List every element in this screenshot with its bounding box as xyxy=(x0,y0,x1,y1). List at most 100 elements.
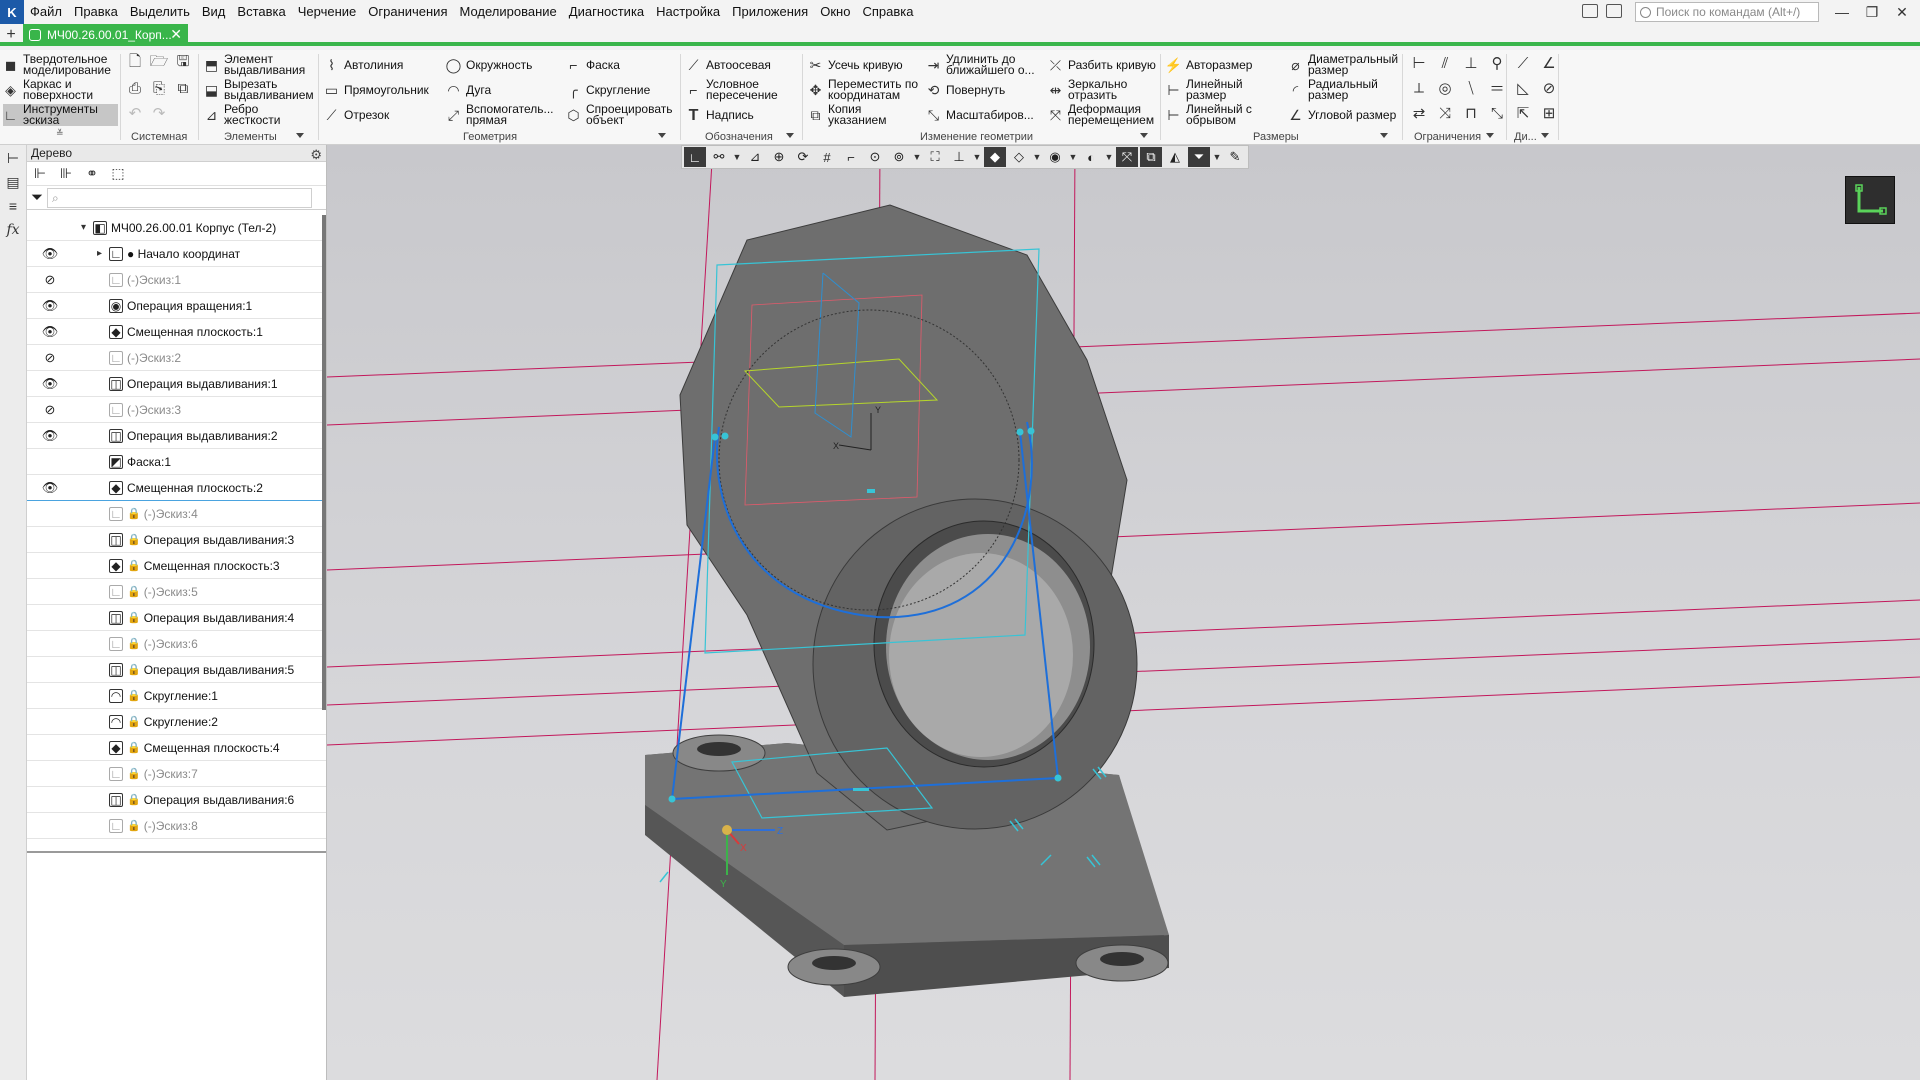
menu-item[interactable]: Вид xyxy=(196,0,232,24)
eye-icon[interactable] xyxy=(27,683,73,709)
parametric-icon[interactable]: ⚯ xyxy=(708,147,730,167)
tree-operations-icon[interactable]: ⊪ xyxy=(57,165,75,183)
wireframe-display-icon[interactable]: ◇ xyxy=(1008,147,1030,167)
menu-item[interactable]: Справка xyxy=(856,0,919,24)
angular-dimension-button[interactable]: ∠ Угловой размер xyxy=(1288,104,1396,126)
tree-row[interactable]: ⊘ ∟ (-)Эскиз:1 xyxy=(27,267,326,293)
section-dropdown-icon[interactable]: ▼ xyxy=(1104,152,1114,162)
tree-row[interactable]: ◫ 🔒 Операция выдавливания:4 xyxy=(27,605,326,631)
deform-by-move-button[interactable]: ⤧ Деформация перемещением xyxy=(1048,103,1154,126)
eye-icon[interactable] xyxy=(27,449,73,475)
mode-wireframe-surfaces[interactable]: ◈ Каркас и поверхности xyxy=(3,78,118,101)
constraint-collinear-icon[interactable]: ⟋ xyxy=(1514,54,1532,72)
constraint-normal-icon[interactable]: ⟂ xyxy=(1410,79,1428,97)
preview-icon[interactable]: ⎘ xyxy=(150,79,168,97)
eye-icon[interactable] xyxy=(27,579,73,605)
hide-show-icon[interactable]: ◉ xyxy=(1044,147,1066,167)
rotate-button[interactable]: ⟲ Повернуть xyxy=(926,79,1006,101)
annotations-expand-icon[interactable] xyxy=(786,133,794,138)
circle-button[interactable]: ◯ Окружность xyxy=(446,54,533,76)
menu-item[interactable]: Приложения xyxy=(726,0,814,24)
filter-dropdown-icon[interactable]: ▼ xyxy=(1212,152,1222,162)
eye-icon[interactable]: 👁 xyxy=(27,371,73,397)
eye-icon[interactable] xyxy=(27,657,73,683)
eye-icon[interactable] xyxy=(27,735,73,761)
filter-icon[interactable]: ⏷ xyxy=(31,189,43,206)
zoom-all-icon[interactable]: ⊚ xyxy=(888,147,910,167)
auto-dimension-button[interactable]: ⚡ Авторазмер xyxy=(1165,54,1253,76)
constraint-symmetric-icon[interactable]: ◺ xyxy=(1514,79,1532,97)
rotate-view-icon[interactable]: ⟳ xyxy=(792,147,814,167)
tree-row[interactable]: ∟ 🔒 (-)Эскиз:6 xyxy=(27,631,326,657)
autoline-button[interactable]: ⌇ Автолиния xyxy=(324,54,403,76)
constraint-parallel-icon[interactable]: ⫽ xyxy=(1436,54,1454,72)
linear-dimension-button[interactable]: ⊢ Линейный размер xyxy=(1166,78,1242,101)
variables-fx-icon[interactable]: fx xyxy=(4,221,22,239)
tree-row[interactable]: ◠ 🔒 Скругление:1 xyxy=(27,683,326,709)
constraint-align-icon[interactable]: ⤡ xyxy=(1488,104,1506,122)
sketch-mode-badge-icon[interactable] xyxy=(1845,176,1895,224)
hidden-eye-icon[interactable]: ⊘ xyxy=(27,397,73,423)
grid-icon[interactable]: # xyxy=(816,147,838,167)
eyedropper-icon[interactable]: ✎ xyxy=(1224,147,1246,167)
cut-extrude-button[interactable]: ⬓ Вырезать выдавливанием xyxy=(204,78,314,101)
eye-icon[interactable] xyxy=(27,215,73,241)
mirror-button[interactable]: ⇹ Зеркально отразить xyxy=(1048,78,1128,101)
tree-structure-icon[interactable]: ⊩ xyxy=(31,165,49,183)
constraints-expand-icon[interactable] xyxy=(1486,133,1494,138)
eye-icon[interactable] xyxy=(27,631,73,657)
print-icon[interactable]: ⎙ xyxy=(126,79,144,97)
app-logo-icon[interactable]: K xyxy=(0,0,24,24)
elements-expand-icon[interactable] xyxy=(296,133,304,138)
section-icon[interactable]: ◐ xyxy=(1080,147,1102,167)
constraint-angle-icon[interactable]: ∠ xyxy=(1540,54,1558,72)
3d-scene[interactable]: Y X Z Y X xyxy=(327,145,1920,1080)
orientation-dropdown-icon[interactable]: ▼ xyxy=(972,152,982,162)
eye-icon[interactable] xyxy=(27,501,73,527)
conditional-intersection-button[interactable]: ⌐ Условное пересечение xyxy=(686,78,777,101)
open-file-icon[interactable]: 🗁 xyxy=(150,53,169,72)
sketch-mode-icon[interactable]: ∟ xyxy=(684,147,706,167)
tree-row[interactable]: 👁 ◫ Операция выдавливания:1 xyxy=(27,371,326,397)
auto-axis-button[interactable]: ⟋ Автоосевая xyxy=(686,54,771,76)
3d-viewport[interactable]: Y X Z Y X xyxy=(327,145,1920,1080)
document-tab[interactable]: МЧ00.26.00.01_Корп... ✕ xyxy=(23,24,188,46)
constraint-merge-icon[interactable]: ⊓ xyxy=(1462,104,1480,122)
eye-icon[interactable] xyxy=(27,709,73,735)
tree-row[interactable]: ◩ Фаска:1 xyxy=(27,449,326,475)
chamfer-button[interactable]: ⌐ Фаска xyxy=(566,54,620,76)
menu-item[interactable]: Выделить xyxy=(124,0,196,24)
undo-icon[interactable]: ↶ xyxy=(126,104,144,122)
segment-button[interactable]: ⟋ Отрезок xyxy=(324,104,390,126)
diameter-dimension-button[interactable]: ⌀ Диаметральный размер xyxy=(1288,53,1398,76)
zoom-dropdown-icon[interactable]: ▼ xyxy=(912,152,922,162)
tree-row[interactable]: ∟ 🔒 (-)Эскиз:5 xyxy=(27,579,326,605)
menu-item[interactable]: Файл xyxy=(24,0,68,24)
extend-to-nearest-button[interactable]: ⇥ Удлинить до ближайшего о... xyxy=(926,53,1035,76)
panel-toggle-icon[interactable] xyxy=(1582,4,1598,18)
arc-button[interactable]: ◠ Дуга xyxy=(446,79,491,101)
eye-icon[interactable] xyxy=(27,553,73,579)
close-tab-icon[interactable]: ✕ xyxy=(170,26,182,43)
constraint-intersect-icon[interactable]: ⤨ xyxy=(1436,104,1454,122)
constraint-fix-angle-icon[interactable]: ⊞ xyxy=(1540,104,1558,122)
tree-row[interactable]: ⊘ ∟ (-)Эскиз:3 xyxy=(27,397,326,423)
tree-row[interactable]: ∟ 🔒 (-)Эскиз:8 xyxy=(27,813,326,839)
menu-item[interactable]: Диагностика xyxy=(563,0,650,24)
constraint-fix-length-icon[interactable]: ⇱ xyxy=(1514,104,1532,122)
tree-row[interactable]: 👁 ▸ ∟ ● Начало координат xyxy=(27,241,326,267)
dimensions-expand-icon[interactable] xyxy=(1380,133,1388,138)
hidden-eye-icon[interactable]: ⊘ xyxy=(27,267,73,293)
shaded-display-icon[interactable]: ◆ xyxy=(984,147,1006,167)
new-file-icon[interactable]: 🗋 xyxy=(126,53,144,72)
show-constraints-icon[interactable]: ⊕ xyxy=(768,147,790,167)
move-by-coordinates-button[interactable]: ✥ Переместить по координатам xyxy=(808,78,918,101)
modify-expand-icon[interactable] xyxy=(1140,133,1148,138)
normal-to-icon[interactable]: ⊥ xyxy=(948,147,970,167)
geometry-expand-icon[interactable] xyxy=(658,133,666,138)
constraint-perpendicular-icon[interactable]: ⊥ xyxy=(1462,54,1480,72)
menu-item[interactable]: Правка xyxy=(68,0,124,24)
hide-dropdown-icon[interactable]: ▼ xyxy=(1068,152,1078,162)
constraint-equal-length-icon[interactable]: ⧹ xyxy=(1462,79,1480,97)
di-expand-icon[interactable] xyxy=(1541,133,1549,138)
